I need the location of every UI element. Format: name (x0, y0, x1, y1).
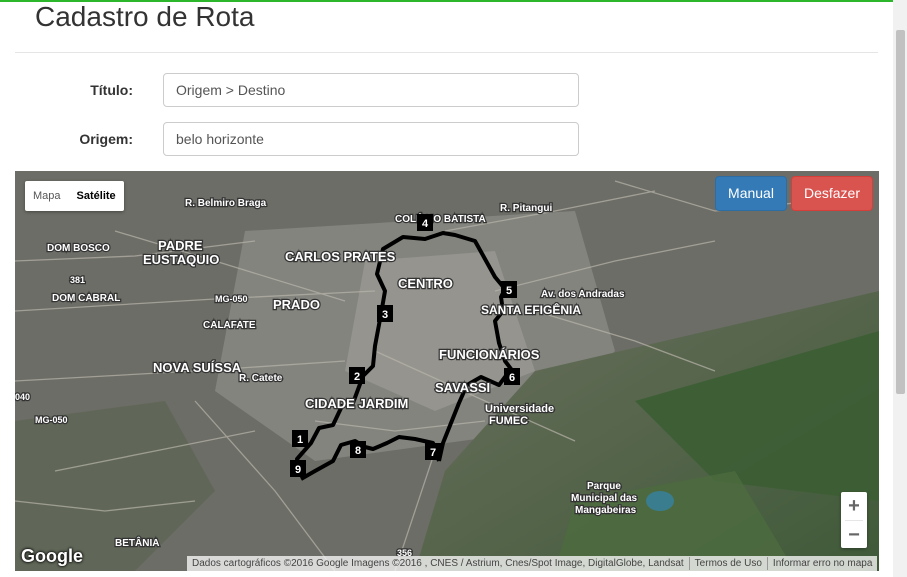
svg-text:9: 9 (295, 464, 301, 476)
svg-text:5: 5 (506, 285, 512, 297)
svg-text:1: 1 (297, 434, 303, 446)
title-divider (15, 52, 878, 53)
label-savassi: SAVASSI (435, 380, 490, 395)
route-marker-3: 3 (377, 305, 393, 322)
label-colegio: COLÉGIO BATISTA (395, 212, 486, 225)
route-marker-6: 6 (504, 368, 520, 385)
label-funcionarios: FUNCIONÁRIOS (439, 347, 540, 362)
svg-text:3: 3 (382, 309, 388, 321)
label-belmiro: R. Belmiro Braga (185, 198, 267, 209)
label-catete: R. Catete (239, 373, 283, 384)
label-eustaquio: EUSTAQUIO (143, 252, 219, 267)
label-centro: CENTRO (398, 276, 453, 291)
svg-text:7: 7 (430, 447, 436, 459)
label-mangabeiras: Mangabeiras (575, 505, 637, 516)
label-fumec: FUMEC (489, 415, 528, 427)
route-marker-5: 5 (501, 281, 517, 298)
origem-input[interactable] (163, 122, 579, 156)
titulo-input[interactable] (163, 73, 579, 107)
map-type-mapa[interactable]: Mapa (25, 181, 69, 211)
route-marker-7: 7 (425, 443, 441, 460)
satellite-imagery: R. Belmiro Braga DOM BOSCO PADRE EUSTAQU… (15, 171, 879, 571)
label-dombosco: DOM BOSCO (47, 243, 110, 254)
svg-text:8: 8 (355, 445, 361, 457)
titulo-label: Título: (90, 82, 133, 98)
route-marker-2: 2 (349, 367, 365, 384)
svg-text:2: 2 (354, 371, 360, 383)
label-pitangui: R. Pitangui (500, 203, 552, 214)
zoom-in-button[interactable]: + (841, 492, 867, 520)
label-calafate: CALAFATE (203, 320, 256, 331)
route-marker-4: 4 (417, 214, 433, 231)
label-mg050: MG-050 (215, 294, 248, 304)
report-error-link[interactable]: Informar erro no mapa (768, 558, 878, 569)
label-parque: Parque (587, 481, 621, 492)
label-cidade: CIDADE JARDIM (305, 396, 408, 411)
page-scrollbar-thumb[interactable] (896, 30, 905, 394)
label-domcabral: DOM CABRAL (52, 293, 120, 304)
attribution-text: Dados cartográficos ©2016 Google Imagens… (192, 558, 684, 569)
label-universidade: Universidade (485, 403, 554, 415)
zoom-control: + − (841, 492, 867, 548)
map-canvas[interactable]: R. Belmiro Braga DOM BOSCO PADRE EUSTAQU… (15, 171, 879, 571)
origem-label: Origem: (79, 131, 133, 147)
label-santa: SANTA EFIGÊNIA (481, 302, 581, 317)
route-marker-8: 8 (350, 441, 366, 458)
map-type-satelite[interactable]: Satélite (69, 181, 124, 211)
label-betania: BETÂNIA (115, 536, 159, 549)
label-mg050b: MG-050 (35, 415, 68, 425)
map-type-control: Mapa Satélite (25, 181, 124, 211)
label-municipal: Municipal das (571, 493, 638, 504)
label-040: 040 (15, 392, 30, 402)
route-marker-1: 1 (292, 430, 308, 447)
terms-link[interactable]: Termos de Uso (690, 558, 767, 569)
label-novasuissa: NOVA SUÍSSA (153, 360, 242, 375)
manual-button[interactable]: Manual (715, 176, 787, 211)
label-andradas: Av. dos Andradas (541, 289, 625, 300)
label-carlos: CARLOS PRATES (285, 249, 396, 264)
label-381: 381 (70, 275, 85, 285)
google-logo[interactable]: Google (21, 546, 83, 567)
svg-text:6: 6 (509, 372, 515, 384)
label-prado: PRADO (273, 297, 320, 312)
svg-text:4: 4 (422, 218, 429, 230)
zoom-out-button[interactable]: − (841, 521, 867, 549)
map-attribution: Dados cartográficos ©2016 Google Imagens… (187, 556, 878, 571)
label-padre: PADRE (158, 238, 203, 253)
route-marker-9: 9 (290, 460, 306, 477)
undo-button[interactable]: Desfazer (791, 176, 873, 211)
page-title: Cadastro de Rota (35, 1, 255, 32)
